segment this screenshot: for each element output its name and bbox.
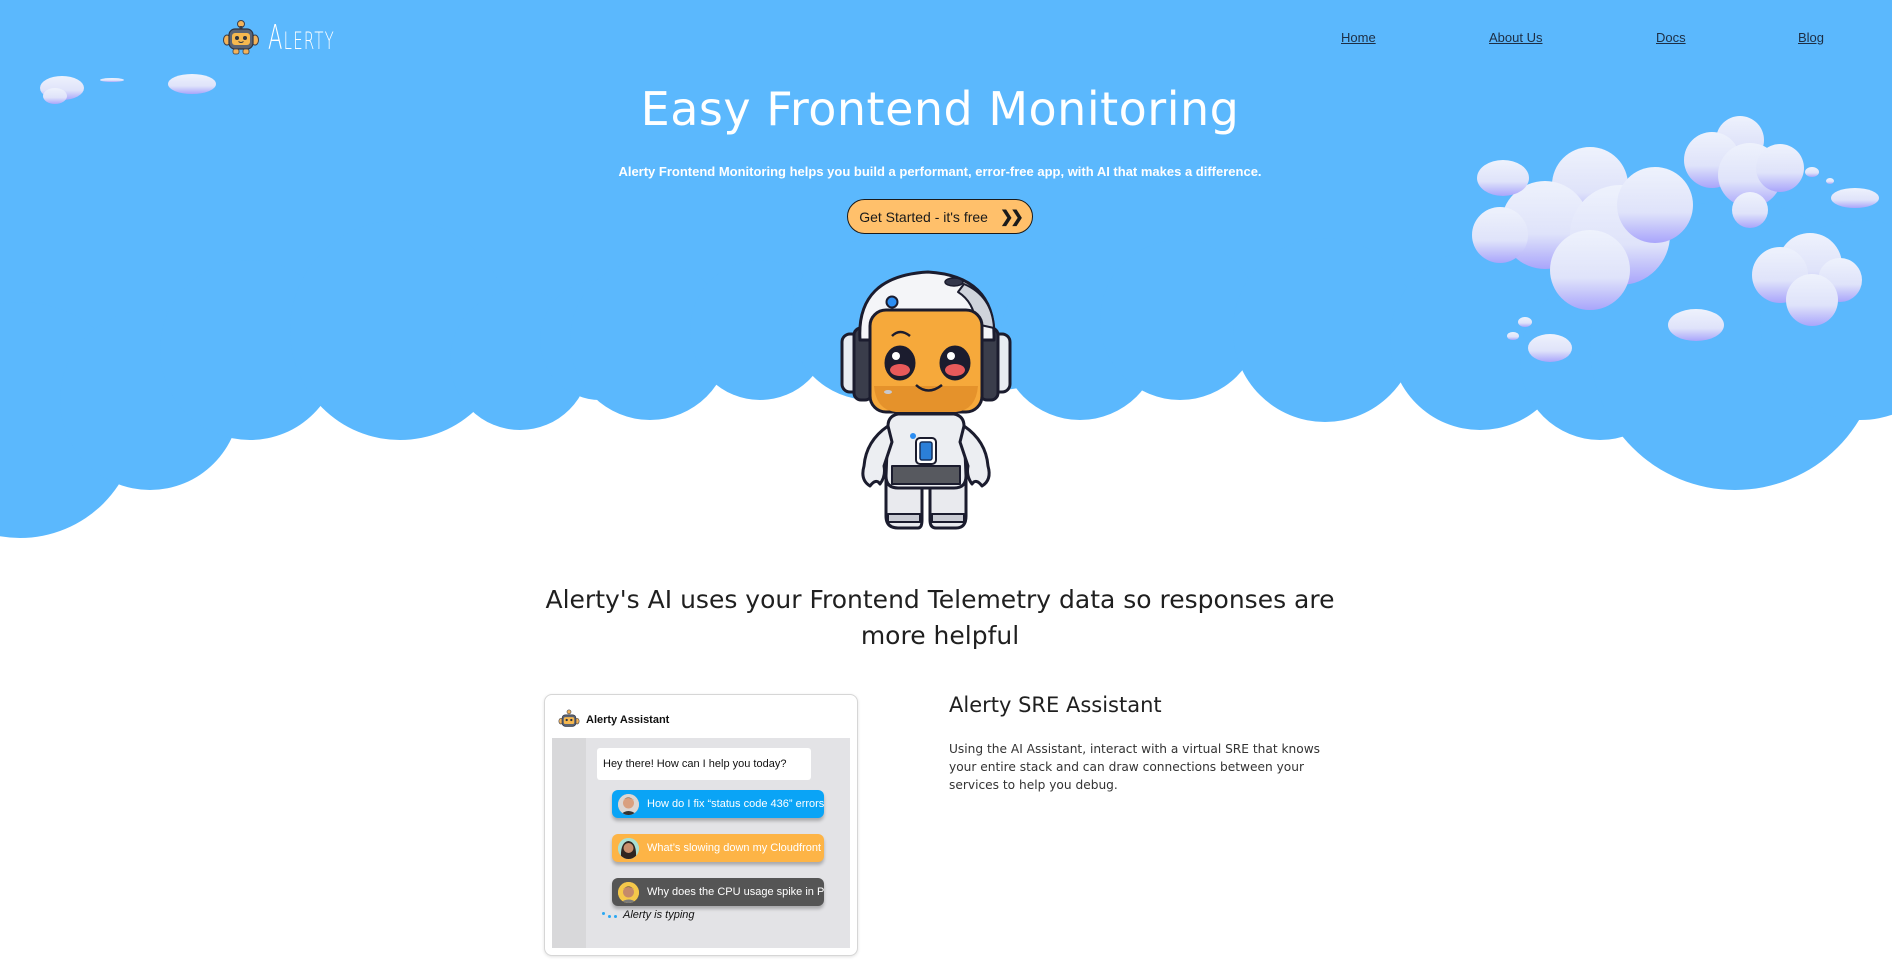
typing-indicator: Alerty is typing — [602, 909, 695, 921]
robot-head-icon — [223, 20, 259, 55]
double-chevron-right-icon: ❯❯ — [999, 208, 1024, 226]
nav-link-docs[interactable]: Docs — [1656, 30, 1686, 45]
hero-subtitle: Alerty Frontend Monitoring helps you bui… — [618, 164, 1262, 179]
section-heading: Alerty's AI uses your Frontend Telemetry… — [545, 585, 1335, 650]
hero-title: Easy Frontend Monitoring — [640, 82, 1240, 136]
user-avatar-icon — [618, 837, 639, 859]
user-message-text: What’s slowing down my Cloudfront — [647, 842, 822, 854]
get-started-label: Get Started - it's free — [859, 208, 988, 225]
nav-link-about-us[interactable]: About Us — [1489, 30, 1542, 45]
chat-sidebar — [552, 738, 586, 948]
robot-head-icon — [558, 709, 580, 727]
user-message-text: Why does the CPU usage spike in Prod — [647, 886, 824, 898]
user-avatar-icon — [618, 881, 639, 903]
bot-message-text: Hey there! How can I help you today? — [603, 758, 787, 770]
feature-title: Alerty SRE Assistant — [949, 693, 1162, 717]
chat-header-title: Alerty Assistant — [586, 714, 670, 726]
astronaut-robot-mascot — [840, 270, 1012, 530]
user-message-text: How do I fix “status code 436” errors — [647, 798, 824, 810]
feature-description: Using the AI Assistant, interact with a … — [949, 742, 1321, 792]
bot-message: Hey there! How can I help you today? — [597, 748, 811, 780]
user-avatar-icon — [618, 793, 639, 815]
nav-link-home[interactable]: Home — [1341, 30, 1376, 45]
chat-window: Alerty Assistant Hey there! How can I he… — [552, 702, 850, 948]
assistant-chat-preview: Alerty Assistant Hey there! How can I he… — [544, 694, 858, 956]
brand-logo[interactable]: Alerty — [222, 18, 376, 58]
user-message[interactable]: What’s slowing down my Cloudfront — [612, 834, 824, 862]
user-message[interactable]: How do I fix “status code 436” errors — [612, 790, 824, 818]
typing-text: Alerty is typing — [623, 909, 695, 921]
brand-name: Alerty — [268, 18, 335, 58]
typing-dots-icon — [602, 912, 617, 918]
get-started-button[interactable]: Get Started - it's free ❯❯ — [847, 199, 1033, 234]
chat-header: Alerty Assistant — [552, 702, 850, 738]
top-navigation: Alerty Home About Us Docs Blog — [0, 0, 1892, 78]
nav-link-blog[interactable]: Blog — [1798, 30, 1824, 45]
user-message[interactable]: Why does the CPU usage spike in Prod — [612, 878, 824, 906]
